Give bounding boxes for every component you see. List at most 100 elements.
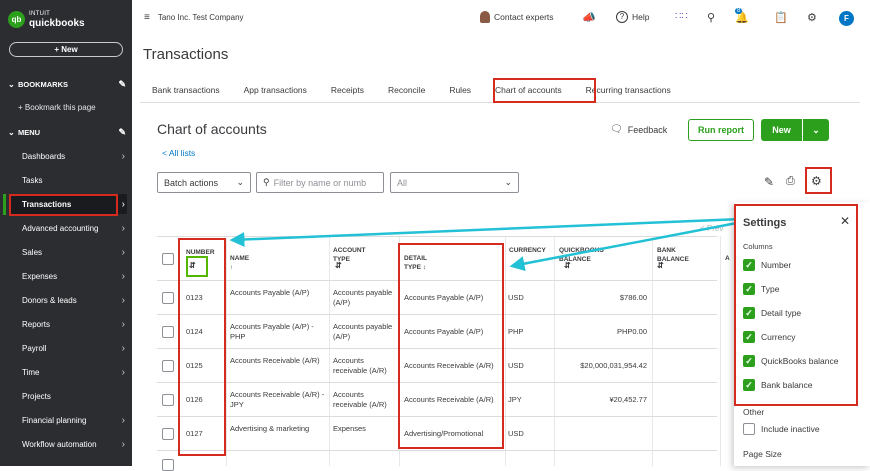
sidebar-item-advanced-accounting[interactable]: Advanced accounting › (9, 218, 127, 238)
print-icon[interactable]: ⎙ (786, 175, 795, 188)
sidebar-item-label: Reports (22, 319, 51, 329)
feedback-label: Feedback (627, 124, 668, 135)
table-top-line (157, 236, 717, 237)
sidebar-item-label: Tasks (22, 175, 43, 185)
row-checkbox[interactable] (162, 292, 174, 304)
company-name: Tano Inc. Test Company (157, 13, 244, 22)
chevron-down-icon[interactable]: ⌄ (803, 119, 829, 141)
feedback-icon: 🗨 (610, 124, 623, 135)
cell-name[interactable]: Accounts Receivable (A/R) (230, 356, 326, 366)
cell-account-type: Accounts payable (A/P) (333, 322, 393, 341)
page-size-label: Page Size (743, 449, 782, 459)
tasks-clipboard-icon[interactable]: 📋 (774, 11, 788, 24)
menu-section[interactable]: ⌄ MENU ✎ (8, 127, 126, 138)
avatar-letter: F (839, 11, 854, 26)
chevron-right-icon: › (121, 222, 125, 234)
sidebar-item-financial-planning[interactable]: Financial planning › (9, 410, 127, 430)
pencil-icon[interactable]: ✎ (118, 79, 126, 90)
all-lists-link[interactable]: < All lists (162, 148, 195, 158)
header-name[interactable]: NAME ↑ (230, 254, 249, 272)
tab-reconcile[interactable]: Reconcile (376, 78, 437, 102)
edit-pencil-icon[interactable]: ✎ (764, 175, 774, 189)
chevron-right-icon: › (121, 246, 125, 258)
row-checkbox[interactable] (162, 360, 174, 372)
sidebar-item-workflow-automation[interactable]: Workflow automation › (9, 434, 127, 454)
help-icon: ? (616, 11, 628, 23)
select-all-checkbox[interactable] (162, 253, 174, 265)
tab-receipts[interactable]: Receipts (319, 78, 376, 102)
cell-name[interactable]: Advertising & marketing (230, 424, 326, 434)
sort-icon[interactable]: ⇵ (564, 261, 571, 270)
sort-icon[interactable]: ⇵ (335, 261, 342, 270)
include-inactive-option[interactable]: Include inactive (743, 423, 820, 435)
cell-currency: JPY (508, 395, 522, 404)
prev-page-link[interactable]: < Prev (700, 224, 723, 233)
bookmarks-section[interactable]: ⌄ BOOKMARKS ✎ (8, 79, 126, 90)
include-inactive-checkbox[interactable] (743, 423, 755, 435)
menu-toggle-icon[interactable]: ≡ (144, 12, 150, 23)
sidebar-item-sales[interactable]: Sales › (9, 242, 127, 262)
expert-avatar-icon (480, 11, 490, 23)
include-inactive-label: Include inactive (761, 424, 820, 434)
row-checkbox[interactable] (162, 428, 174, 440)
header-more[interactable]: A (725, 254, 730, 263)
row-checkbox[interactable] (162, 394, 174, 406)
sidebar-item-label: Projects (22, 391, 51, 401)
account-filter-dropdown[interactable]: All ⌄ (390, 172, 519, 193)
annotation-detail-type-column (398, 243, 504, 449)
annotation-sort-number (186, 256, 208, 277)
chevron-right-icon: › (121, 366, 125, 378)
user-avatar[interactable]: F (839, 11, 854, 26)
sort-icon[interactable]: ⇵ (657, 261, 664, 270)
sidebar-item-time[interactable]: Time › (9, 362, 127, 382)
sidebar-item-label: Time (22, 367, 40, 377)
sidebar-item-payroll[interactable]: Payroll › (9, 338, 127, 358)
new-account-label: New (761, 119, 803, 141)
cell-name[interactable]: Accounts Payable (A/P) (230, 288, 326, 298)
brand-line2: quickbooks (29, 18, 85, 29)
header-currency[interactable]: CURRENCY (509, 246, 546, 255)
row-checkbox[interactable] (162, 326, 174, 338)
sidebar-item-label: Workflow automation (22, 439, 97, 449)
annotation-gear (805, 167, 832, 194)
tab-bank-transactions[interactable]: Bank transactions (140, 78, 232, 102)
sidebar-item-dashboards[interactable]: Dashboards › (9, 146, 127, 166)
row-checkbox[interactable] (162, 459, 174, 471)
megaphone-icon[interactable]: 📣 (582, 11, 596, 24)
other-label: Other (743, 407, 765, 417)
cell-currency: USD (508, 293, 524, 302)
batch-actions-dropdown[interactable]: Batch actions ⌄ (157, 172, 251, 193)
bookmark-this-page-link[interactable]: + Bookmark this page (18, 103, 96, 112)
cell-quickbooks-balance: PHP0.00 (616, 327, 647, 336)
cell-account-type: Accounts receivable (A/R) (333, 390, 387, 409)
sidebar-item-reports[interactable]: Reports › (9, 314, 127, 334)
gear-icon[interactable]: ⚙ (807, 11, 817, 24)
cell-currency: PHP (508, 327, 524, 336)
search-icon[interactable]: ⚲ (707, 11, 715, 24)
search-input[interactable]: ⚲ Filter by name or numb (256, 172, 384, 193)
sidebar-item-tasks[interactable]: Tasks (9, 170, 127, 190)
tab-app-transactions[interactable]: App transactions (232, 78, 319, 102)
new-button[interactable]: + New (9, 42, 123, 57)
notifications-icon[interactable]: 🔔 8 (735, 8, 749, 24)
row-divider (157, 450, 717, 451)
quickbooks-logo[interactable]: qb INTUIT quickbooks (8, 10, 85, 29)
run-report-button[interactable]: Run report (688, 119, 754, 141)
contact-experts-label: Contact experts (494, 12, 554, 22)
cell-name[interactable]: Accounts Payable (A/P) - PHP (230, 322, 326, 342)
chevron-right-icon: › (121, 342, 125, 354)
help-button[interactable]: ? Help (616, 11, 649, 23)
col-divider (720, 236, 721, 466)
sidebar-item-projects[interactable]: Projects (9, 386, 127, 406)
apps-grid-icon[interactable]: ∷∷ (675, 11, 688, 22)
sidebar-item-label: Financial planning (22, 415, 87, 425)
cell-account-type: Expenses (333, 424, 366, 433)
sidebar-item-donors-leads[interactable]: Donors & leads › (9, 290, 127, 310)
feedback-button[interactable]: 🗨 Feedback (610, 124, 667, 135)
tab-rules[interactable]: Rules (437, 78, 483, 102)
new-account-button[interactable]: New ⌄ (761, 119, 829, 141)
contact-experts-button[interactable]: Contact experts (480, 11, 554, 23)
cell-name[interactable]: Accounts Receivable (A/R) - JPY (230, 390, 326, 410)
pencil-icon[interactable]: ✎ (118, 127, 126, 138)
sidebar-item-expenses[interactable]: Expenses › (9, 266, 127, 286)
